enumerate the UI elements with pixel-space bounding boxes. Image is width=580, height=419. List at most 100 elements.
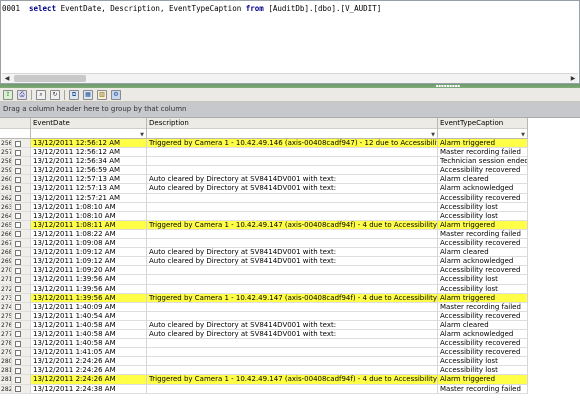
editor-horizontal-scrollbar[interactable]: ◀ ▶ [2,73,578,83]
row-select-checkbox[interactable] [12,357,31,367]
scroll-right-icon[interactable]: ▶ [568,74,578,83]
checkbox-icon[interactable] [15,313,21,320]
table-row[interactable]: 261 13/12/2011 12:57:13 AM Auto cleared by… [0,184,580,194]
cell-eventdate[interactable]: 13/12/2011 12:57:21 AM [31,193,147,203]
table-row[interactable]: 280 13/12/2011 2:24:26 AM Accessibility lo… [0,357,580,367]
copy-icon[interactable]: ⧉ [69,90,79,100]
cell-description[interactable]: Triggered by Camera 1 - 10.42.49.147 (ax… [147,293,438,303]
row-select-checkbox[interactable] [12,366,31,376]
cell-description[interactable]: Auto cleared by Directory at SV8414DV001… [147,175,438,185]
row-select-checkbox[interactable] [12,266,31,276]
cell-description[interactable] [147,148,438,158]
sql-editor[interactable]: 0001 select EventDate, Description, Even… [0,0,580,84]
table-row[interactable]: 267 13/12/2011 1:09:08 AM Accessibility re… [0,239,580,249]
cell-eventdate[interactable]: 13/12/2011 1:09:20 AM [31,266,147,276]
cell-description[interactable]: Auto cleared by Directory at SV8414DV001… [147,257,438,267]
cell-eventtypecaption[interactable]: Accessibility recovered [438,339,528,349]
checkbox-icon[interactable] [15,249,21,256]
row-select-checkbox[interactable] [12,229,31,240]
filter-cell-description[interactable]: ▼ [147,128,437,138]
cell-eventdate[interactable]: 13/12/2011 1:39:56 AM [31,275,147,285]
checkbox-icon[interactable] [15,176,21,183]
cell-eventtypecaption[interactable]: Accessibility recovered [438,239,528,249]
row-select-checkbox[interactable] [12,166,31,176]
row-select-checkbox[interactable] [12,184,31,194]
row-select-checkbox[interactable] [12,202,31,212]
table-row[interactable]: 263 13/12/2011 1:08:10 AM Accessibility lo… [0,202,580,212]
cell-description[interactable] [147,193,438,203]
cell-description[interactable] [147,229,438,240]
cell-description[interactable] [147,202,438,212]
cell-eventdate[interactable]: 13/12/2011 1:41:05 AM [31,348,147,358]
row-select-checkbox[interactable] [12,311,31,321]
cell-description[interactable] [147,357,438,367]
cell-eventtypecaption[interactable]: Technician session ended [438,157,528,167]
cell-description[interactable] [147,211,438,221]
table-row[interactable]: 272 13/12/2011 1:39:56 AM Accessibility lo… [0,284,580,294]
cell-eventtypecaption[interactable]: Alarm acknowledged [438,329,528,340]
table-row[interactable]: 279 13/12/2011 1:41:05 AM Accessibility re… [0,348,580,358]
table-row[interactable]: 257 13/12/2011 12:56:12 AM Master recordin… [0,148,580,158]
cell-eventtypecaption[interactable]: Master recording failed [438,302,528,312]
row-select-checkbox[interactable] [12,329,31,340]
cell-description[interactable]: Auto cleared by Directory at SV8414DV001… [147,248,438,258]
row-select-checkbox[interactable] [12,375,31,385]
cell-description[interactable]: Auto cleared by Directory at SV8414DV001… [147,320,438,330]
checkbox-icon[interactable] [15,140,21,147]
cell-eventdate[interactable]: 13/12/2011 12:56:12 AM [31,148,147,158]
row-select-checkbox[interactable] [12,293,31,303]
refresh-icon[interactable]: ↻ [50,90,60,100]
cell-description[interactable] [147,275,438,285]
cell-eventdate[interactable]: 13/12/2011 12:56:12 AM [31,139,147,149]
table-row[interactable]: 264 13/12/2011 1:08:10 AM Accessibility lo… [0,211,580,221]
checkbox-icon[interactable] [15,349,21,356]
table-row[interactable]: 275 13/12/2011 1:40:54 AM Accessibility re… [0,311,580,321]
cell-eventtypecaption[interactable]: Alarm triggered [438,139,528,149]
cell-description[interactable] [147,284,438,294]
checkbox-icon[interactable] [15,185,21,192]
grid-icon[interactable]: ▦ [83,90,93,100]
cell-eventtypecaption[interactable]: Alarm acknowledged [438,257,528,267]
table-row[interactable]: 270 13/12/2011 1:09:20 AM Accessibility re… [0,266,580,276]
cell-description[interactable]: Auto cleared by Directory at SV8414DV001… [147,329,438,340]
cell-eventtypecaption[interactable]: Alarm acknowledged [438,184,528,194]
cell-description[interactable] [147,266,438,276]
checkbox-icon[interactable] [15,376,21,383]
row-select-checkbox[interactable] [12,157,31,167]
cell-eventdate[interactable]: 13/12/2011 2:24:26 AM [31,375,147,385]
table-row[interactable]: 276 13/12/2011 1:40:58 AM Auto cleared by … [0,320,580,330]
cell-eventtypecaption[interactable]: Accessibility recovered [438,193,528,203]
filter-cell-eventdate[interactable]: ▼ [31,128,146,138]
cell-eventtypecaption[interactable]: Accessibility lost [438,202,528,212]
cell-description[interactable]: Triggered by Camera 1 - 10.42.49.147 (ax… [147,375,438,385]
settings-icon[interactable]: ⚙ [111,90,121,100]
scroll-left-icon[interactable]: ◀ [2,74,12,83]
column-header-description[interactable]: Description ▼ [147,118,438,139]
cell-description[interactable] [147,157,438,167]
table-row[interactable]: 258 13/12/2011 12:56:34 AM Technician sess… [0,157,580,167]
row-select-checkbox[interactable] [12,384,31,394]
cell-eventtypecaption[interactable]: Accessibility recovered [438,166,528,176]
row-select-checkbox[interactable] [12,211,31,221]
table-row[interactable]: 266 13/12/2011 1:08:22 AM Master recording… [0,229,580,240]
cell-eventdate[interactable]: 13/12/2011 1:40:58 AM [31,329,147,340]
cell-eventdate[interactable]: 13/12/2011 1:08:10 AM [31,202,147,212]
table-row[interactable]: 269 13/12/2011 1:09:12 AM Auto cleared by … [0,257,580,267]
cell-eventtypecaption[interactable]: Accessibility recovered [438,348,528,358]
checkbox-icon[interactable] [15,213,21,220]
checkbox-icon[interactable] [15,340,21,347]
checkbox-icon[interactable] [15,240,21,247]
cell-description[interactable] [147,348,438,358]
cell-eventtypecaption[interactable]: Alarm cleared [438,175,528,185]
cell-eventtypecaption[interactable]: Alarm cleared [438,320,528,330]
cell-eventdate[interactable]: 13/12/2011 2:24:26 AM [31,357,147,367]
cell-eventtypecaption[interactable]: Alarm cleared [438,248,528,258]
cell-eventdate[interactable]: 13/12/2011 1:08:22 AM [31,229,147,240]
checkbox-icon[interactable] [15,258,21,265]
row-select-checkbox[interactable] [12,248,31,258]
cell-eventdate[interactable]: 13/12/2011 1:40:58 AM [31,339,147,349]
columns-icon[interactable]: ▥ [97,90,107,100]
sql-query-text[interactable]: select EventDate, Description, EventType… [29,4,381,13]
checkbox-icon[interactable] [15,276,21,283]
cell-description[interactable]: Auto cleared by Directory at SV8414DV001… [147,184,438,194]
